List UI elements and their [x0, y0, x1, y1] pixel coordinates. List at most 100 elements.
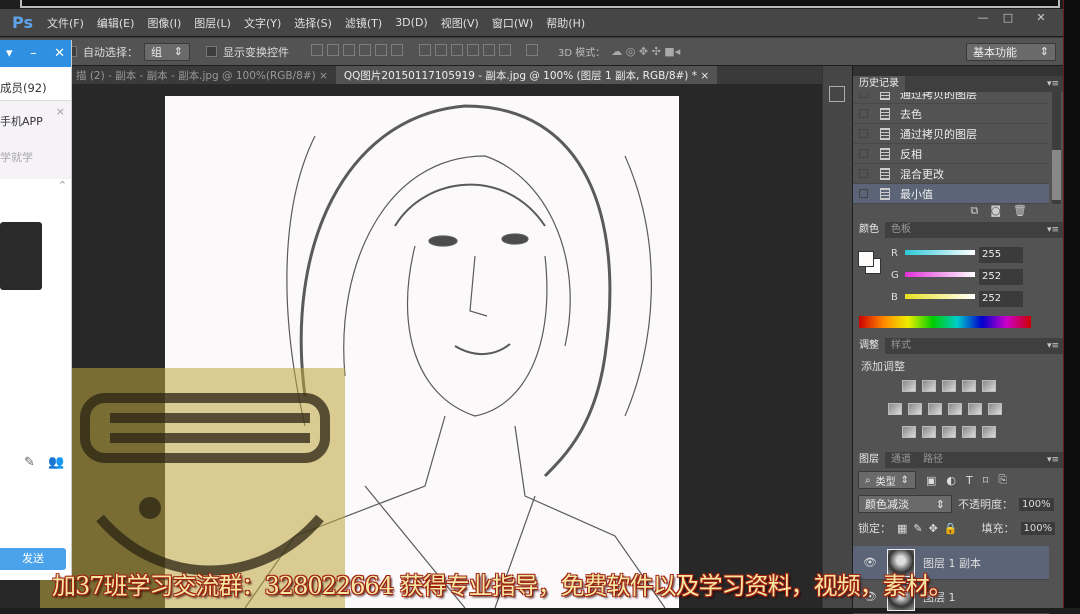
- align-hcenter-icon[interactable]: [375, 44, 387, 56]
- 3d-pan-icon[interactable]: ✥: [639, 45, 648, 58]
- menu-window[interactable]: 窗口(W): [492, 15, 533, 31]
- menu-help[interactable]: 帮助(H): [546, 15, 585, 31]
- camera-icon[interactable]: ◙: [990, 204, 1013, 217]
- lock-transparent-icon[interactable]: ▦: [897, 522, 907, 535]
- menu-layer[interactable]: 图层(L): [194, 15, 231, 31]
- distribute-vcenter-icon[interactable]: [434, 44, 447, 56]
- lock-all-icon[interactable]: 🔒: [944, 522, 958, 535]
- tab-paths[interactable]: 路径: [917, 452, 949, 468]
- posterize-icon[interactable]: [922, 426, 936, 438]
- menu-image[interactable]: 图像(I): [147, 15, 181, 31]
- curves-icon[interactable]: [942, 380, 956, 392]
- red-slider[interactable]: [905, 250, 975, 255]
- panel-menu-icon[interactable]: ▾≡: [1047, 225, 1059, 235]
- history-item[interactable]: 通过拷贝的图层: [853, 92, 1049, 104]
- close-button[interactable]: ✕: [1028, 11, 1054, 25]
- menu-file[interactable]: 文件(F): [47, 15, 84, 31]
- tab-layers[interactable]: 图层: [853, 452, 885, 468]
- tab-adjustments[interactable]: 调整: [853, 338, 885, 354]
- gradient-map-icon[interactable]: [982, 426, 996, 438]
- align-bottom-icon[interactable]: [343, 44, 355, 56]
- minimize-button[interactable]: —: [970, 11, 996, 25]
- tab-swatches[interactable]: 色板: [885, 222, 917, 238]
- panel-menu-icon[interactable]: ▾≡: [1047, 341, 1059, 351]
- color-spectrum[interactable]: [859, 316, 1031, 328]
- levels-icon[interactable]: [922, 380, 936, 392]
- 3d-roll-icon[interactable]: ◎: [626, 45, 636, 58]
- distribute-left-icon[interactable]: [466, 44, 479, 56]
- tab-document-2[interactable]: QQ图片20150117105919 - 副本.jpg @ 100% (图层 1…: [335, 66, 718, 84]
- notice-close-icon[interactable]: ×: [56, 105, 65, 118]
- lock-paint-icon[interactable]: ✎: [913, 522, 922, 535]
- hue-saturation-icon[interactable]: [888, 403, 902, 415]
- threshold-icon[interactable]: [942, 426, 956, 438]
- tab-styles[interactable]: 样式: [885, 338, 917, 354]
- tab-history[interactable]: 历史记录: [853, 76, 905, 92]
- red-value[interactable]: 255: [979, 247, 1023, 263]
- align-right-icon[interactable]: [391, 44, 403, 56]
- color-balance-icon[interactable]: [908, 403, 922, 415]
- collapse-icon[interactable]: ⌃: [0, 179, 71, 192]
- menu-view[interactable]: 视图(V): [441, 15, 479, 31]
- selective-color-icon[interactable]: [962, 426, 976, 438]
- edit-icon[interactable]: ✎: [24, 455, 35, 470]
- panel-menu-icon[interactable]: ▾≡: [1047, 455, 1059, 465]
- history-scrollbar[interactable]: [1052, 92, 1061, 204]
- history-item[interactable]: 反相: [853, 144, 1049, 164]
- foreground-swatch[interactable]: [858, 251, 874, 267]
- opacity-input[interactable]: 100%: [1019, 497, 1054, 511]
- auto-select-dropdown[interactable]: 组 ⇕: [144, 42, 190, 61]
- filter-smart-icon[interactable]: ⎘: [998, 473, 1007, 487]
- lock-position-icon[interactable]: ✥: [929, 522, 938, 535]
- distribute-right-icon[interactable]: [498, 44, 511, 56]
- color-lookup-icon[interactable]: [988, 403, 1002, 415]
- brightness-icon[interactable]: [902, 380, 916, 392]
- tab-close-icon[interactable]: ×: [319, 70, 328, 82]
- exposure-icon[interactable]: [962, 380, 976, 392]
- panel-menu-icon[interactable]: ▾≡: [1047, 79, 1059, 89]
- photo-filter-icon[interactable]: [948, 403, 962, 415]
- menu-select[interactable]: 选择(S): [294, 15, 332, 31]
- vibrance-icon[interactable]: [982, 380, 996, 392]
- workspace-dropdown[interactable]: 基本功能 ⇕: [966, 42, 1056, 61]
- tab-color[interactable]: 颜色: [853, 222, 885, 238]
- auto-align-icon[interactable]: [526, 44, 538, 56]
- qq-minimize-button[interactable]: –: [30, 46, 37, 61]
- menu-filter[interactable]: 滤镜(T): [345, 15, 382, 31]
- green-slider[interactable]: [905, 272, 975, 277]
- filter-pixel-icon[interactable]: ▣: [926, 474, 936, 487]
- tab-channels[interactable]: 通道: [885, 452, 917, 468]
- black-white-icon[interactable]: [928, 403, 942, 415]
- show-transform-checkbox[interactable]: [206, 46, 217, 57]
- align-vcenter-icon[interactable]: [327, 44, 339, 56]
- chat-image-thumbnail[interactable]: [0, 222, 42, 290]
- fill-input[interactable]: 100%: [1020, 521, 1056, 535]
- menu-type[interactable]: 文字(Y): [244, 15, 281, 31]
- history-item[interactable]: 去色: [853, 104, 1049, 124]
- channel-mixer-icon[interactable]: [968, 403, 982, 415]
- filter-shape-icon[interactable]: ⌑: [983, 474, 989, 487]
- blue-value[interactable]: 252: [979, 291, 1023, 307]
- history-item[interactable]: 通过拷贝的图层: [853, 124, 1049, 144]
- 3d-rotate-icon[interactable]: ☁: [611, 45, 622, 58]
- distribute-top-icon[interactable]: [418, 44, 431, 56]
- history-panel-icon[interactable]: [829, 86, 845, 102]
- tab-close-icon[interactable]: ×: [700, 70, 709, 82]
- new-document-icon[interactable]: ⧉: [970, 204, 990, 217]
- panel-collapse-bar[interactable]: [853, 66, 1063, 76]
- qq-close-button[interactable]: ✕: [54, 46, 65, 61]
- layer-filter-dropdown[interactable]: ⌕ 类型 ⇕: [858, 471, 916, 489]
- 3d-scale-icon[interactable]: ■◂: [664, 45, 680, 58]
- history-item[interactable]: 混合更改: [853, 164, 1049, 184]
- qq-members-count[interactable]: 成员(92): [0, 67, 71, 101]
- distribute-bottom-icon[interactable]: [450, 44, 463, 56]
- blend-mode-dropdown[interactable]: 颜色减淡 ⇕: [858, 495, 952, 513]
- dropdown-icon[interactable]: ▾: [6, 46, 13, 61]
- menu-edit[interactable]: 编辑(E): [97, 15, 135, 31]
- green-value[interactable]: 252: [979, 269, 1023, 285]
- history-item-selected[interactable]: 最小值: [853, 184, 1049, 204]
- filter-type-icon[interactable]: T: [966, 474, 973, 487]
- invert-icon[interactable]: [902, 426, 916, 438]
- align-top-icon[interactable]: [311, 44, 323, 56]
- 3d-slide-icon[interactable]: ✣: [652, 45, 661, 58]
